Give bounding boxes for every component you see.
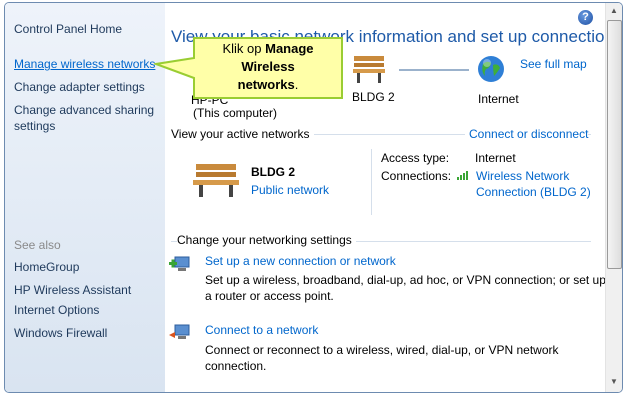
access-type-value: Internet xyxy=(475,151,516,165)
connections-label: Connections: xyxy=(381,169,452,183)
connect-network-icon xyxy=(169,324,190,339)
setup-connection-desc-line2: a router or access point. xyxy=(205,289,334,303)
connect-to-network-desc-line2: connection. xyxy=(205,359,267,373)
bench-icon-large xyxy=(193,164,239,197)
scroll-up-arrow-icon[interactable]: ▲ xyxy=(606,3,622,19)
change-advanced-sharing-link-line2[interactable]: settings xyxy=(14,118,55,135)
help-icon[interactable]: ? xyxy=(578,10,593,25)
callout-bold-2: Wireless xyxy=(241,59,295,74)
internet-label: Internet xyxy=(478,92,519,106)
new-connection-icon xyxy=(169,256,190,271)
callout-bold-3: networks xyxy=(237,77,295,92)
setup-connection-link[interactable]: Set up a new connection or network xyxy=(205,254,396,268)
see-also-heading: See also xyxy=(14,238,61,252)
active-networks-heading: View your active networks xyxy=(171,127,314,141)
connect-to-network-link[interactable]: Connect to a network xyxy=(205,323,318,337)
vertical-scrollbar[interactable]: ▲ ▼ xyxy=(605,3,622,392)
bench-icon xyxy=(353,56,385,83)
internet-options-link[interactable]: Internet Options xyxy=(14,302,99,319)
callout-prefix: Klik op xyxy=(222,41,266,56)
globe-icon xyxy=(478,56,504,82)
manage-wireless-networks-link[interactable]: Manage wireless networks xyxy=(14,56,155,73)
map-connector xyxy=(399,69,469,71)
callout-text: Klik op Manage Wireless networks. xyxy=(198,40,338,94)
scroll-down-arrow-icon[interactable]: ▼ xyxy=(606,374,622,390)
homegroup-link[interactable]: HomeGroup xyxy=(14,259,79,276)
connect-to-network-desc: Connect or reconnect to a wireless, wire… xyxy=(205,343,559,357)
this-computer-label: (This computer) xyxy=(193,106,278,120)
connect-or-disconnect-link[interactable]: Connect or disconnect xyxy=(465,127,589,141)
networking-settings-heading: Change your networking settings xyxy=(177,233,356,247)
sidebar: Control Panel Home Manage wireless netwo… xyxy=(5,3,165,392)
network-map-label: BLDG 2 xyxy=(352,90,395,104)
change-adapter-settings-link[interactable]: Change adapter settings xyxy=(14,79,145,96)
network-separator xyxy=(371,149,372,215)
access-type-label: Access type: xyxy=(381,151,450,165)
wireless-connection-link[interactable]: Wireless Network xyxy=(476,169,569,183)
see-full-map-link[interactable]: See full map xyxy=(520,57,587,71)
network-name: BLDG 2 xyxy=(251,165,296,179)
scrollbar-thumb[interactable] xyxy=(607,20,622,269)
windows-firewall-link[interactable]: Windows Firewall xyxy=(14,325,107,342)
callout-suffix: . xyxy=(294,77,299,92)
callout-bold-1: Manage xyxy=(265,41,314,56)
change-advanced-sharing-link[interactable]: Change advanced sharing xyxy=(14,102,154,119)
control-panel-home-link[interactable]: Control Panel Home xyxy=(14,21,122,38)
setup-connection-desc: Set up a wireless, broadband, dial-up, a… xyxy=(205,273,606,287)
signal-bars-icon xyxy=(457,171,468,180)
wireless-connection-link-line2[interactable]: Connection (BLDG 2) xyxy=(476,185,591,199)
hp-wireless-assistant-link[interactable]: HP Wireless Assistant xyxy=(14,282,131,299)
network-type-link[interactable]: Public network xyxy=(251,183,329,197)
